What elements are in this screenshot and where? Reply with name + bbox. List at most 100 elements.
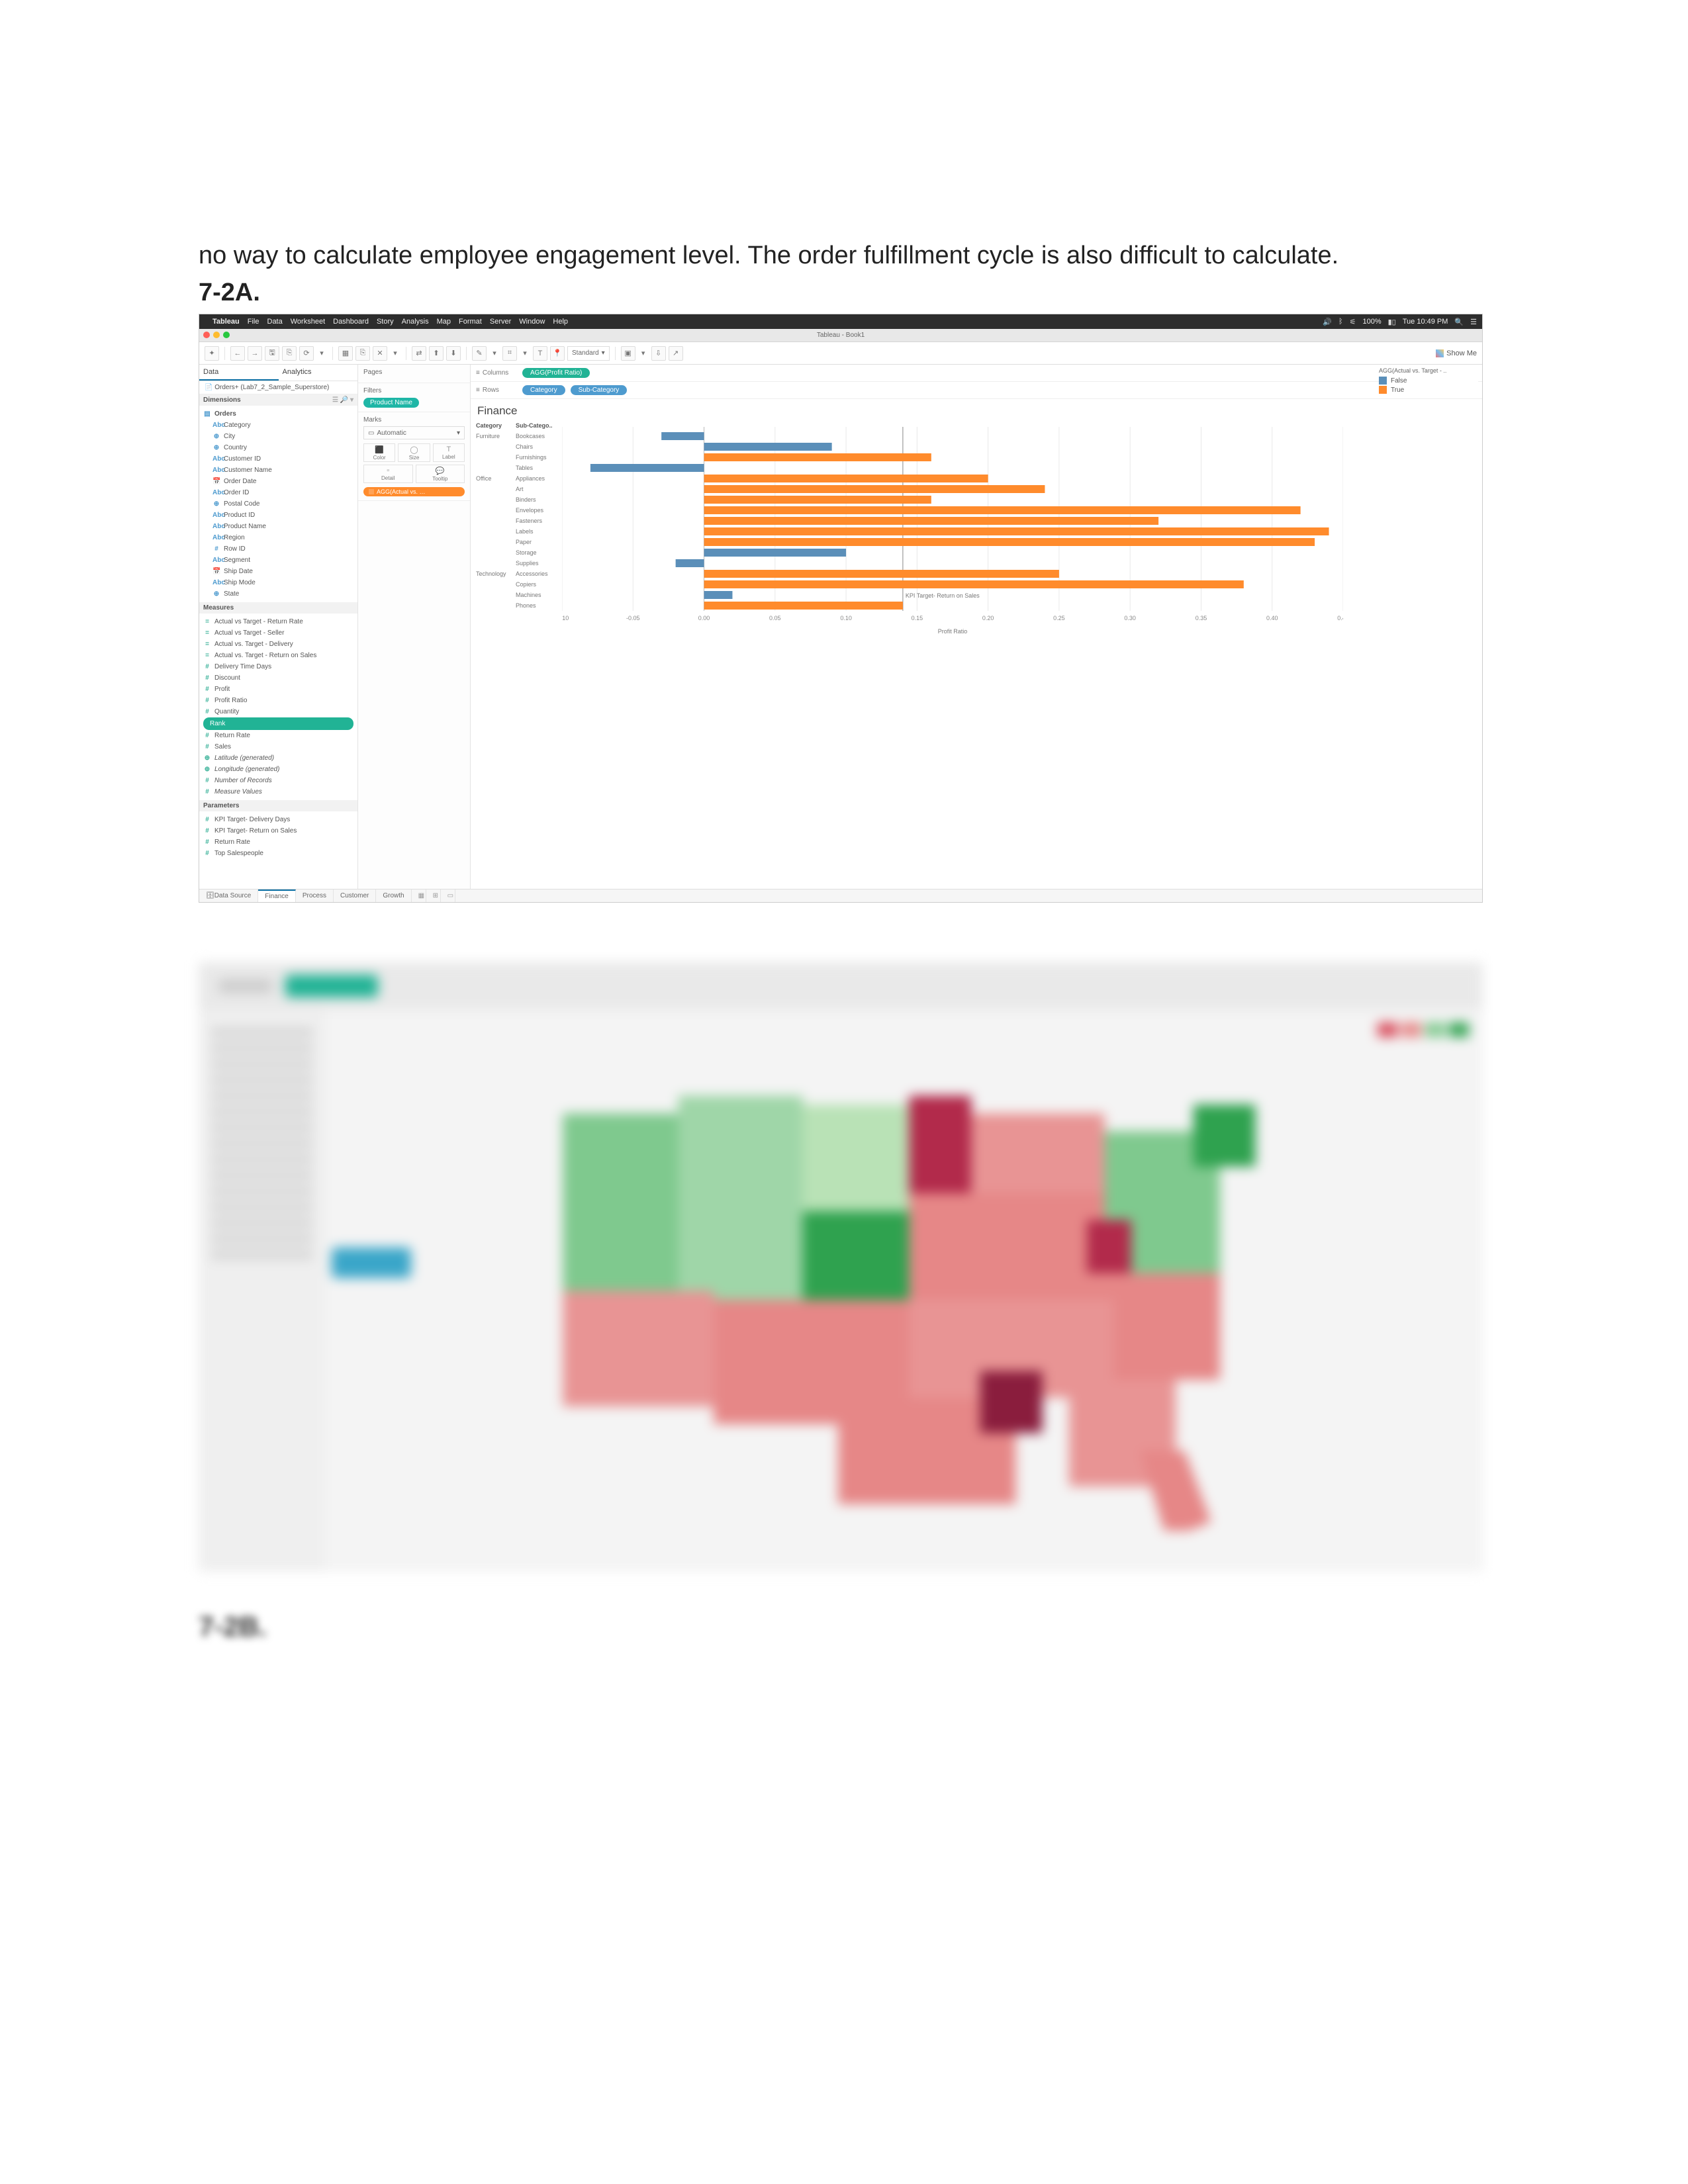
presentation-button[interactable]: ▣ xyxy=(621,346,635,361)
bar[interactable] xyxy=(704,453,931,461)
parameter-field[interactable]: #Return Rate xyxy=(203,837,353,848)
measure-field[interactable]: #Return Rate xyxy=(203,730,353,741)
dimension-field[interactable]: 📅Ship Date xyxy=(203,566,353,577)
sort-asc-button[interactable]: ⬆ xyxy=(429,346,444,361)
dimension-field[interactable]: AbcSegment xyxy=(203,555,353,566)
tab-data[interactable]: Data xyxy=(199,365,279,381)
bar[interactable] xyxy=(704,475,988,482)
bar[interactable] xyxy=(676,559,704,567)
dropdown-icon[interactable]: ▾ xyxy=(316,346,327,361)
menu-file[interactable]: File xyxy=(248,318,259,326)
tab-data-source[interactable]: 🗄 Data Source xyxy=(199,889,258,902)
measure-field[interactable]: ⊕Latitude (generated) xyxy=(203,752,353,764)
minimize-window-icon[interactable] xyxy=(213,332,220,338)
subcategory-label[interactable]: Furnishings xyxy=(516,452,562,463)
columns-pill-profit-ratio[interactable]: AGG(Profit Ratio) xyxy=(522,368,590,378)
category-label[interactable] xyxy=(476,494,516,505)
menu-window[interactable]: Window xyxy=(519,318,545,326)
measure-field[interactable]: #Delivery Time Days xyxy=(203,661,353,672)
category-label[interactable] xyxy=(476,526,516,537)
bar[interactable] xyxy=(704,538,1315,546)
parameter-field[interactable]: #KPI Target- Delivery Days xyxy=(203,814,353,825)
category-label[interactable] xyxy=(476,452,516,463)
bar-chart[interactable]: -0.10-0.050.000.050.100.150.200.250.300.… xyxy=(562,420,1343,627)
new-worksheet-button[interactable]: ▦ xyxy=(338,346,353,361)
menu-story[interactable]: Story xyxy=(377,318,394,326)
bar[interactable] xyxy=(704,496,931,504)
measure-field[interactable]: #Profit Ratio xyxy=(203,695,353,706)
sheet-tab-customer[interactable]: Customer xyxy=(334,889,376,902)
mark-detail-button[interactable]: ▫Detail xyxy=(363,465,413,483)
dimension-field[interactable]: AbcProduct ID xyxy=(203,510,353,521)
sheet-tab-finance[interactable]: Finance xyxy=(258,889,296,902)
dimension-field[interactable]: #Row ID xyxy=(203,543,353,555)
download-button[interactable]: ⇩ xyxy=(651,346,666,361)
subcategory-label[interactable]: Tables xyxy=(516,463,562,473)
mark-label-button[interactable]: TLabel xyxy=(433,443,465,462)
dropdown-icon[interactable]: ▾ xyxy=(489,346,500,361)
filter-pill-product-name[interactable]: Product Name xyxy=(363,398,419,408)
bar[interactable] xyxy=(704,602,903,610)
dimension-field[interactable]: AbcOrder ID xyxy=(203,487,353,498)
bluetooth-icon[interactable]: ᛒ xyxy=(1338,318,1343,326)
sort-desc-button[interactable]: ⬇ xyxy=(446,346,461,361)
category-label[interactable]: Office Supplies xyxy=(476,473,516,484)
dropdown-icon[interactable]: ▾ xyxy=(390,346,400,361)
dimension-field[interactable]: ⊕Country xyxy=(203,442,353,453)
new-dashboard-tab[interactable]: ⊞ xyxy=(426,889,441,902)
subcategory-label[interactable]: Supplies xyxy=(516,558,562,569)
subcategory-label[interactable]: Phones xyxy=(516,600,562,611)
highlight-button[interactable]: ✎ xyxy=(472,346,487,361)
category-label[interactable] xyxy=(476,590,516,600)
dimension-field[interactable]: ⊕City xyxy=(203,431,353,442)
group-button[interactable]: ⌗ xyxy=(502,346,517,361)
bar[interactable] xyxy=(704,527,1329,535)
pages-shelf[interactable]: Pages xyxy=(363,369,465,376)
category-label[interactable] xyxy=(476,441,516,452)
category-header[interactable]: Category xyxy=(476,420,516,431)
pin-button[interactable]: 📍 xyxy=(550,346,565,361)
menu-worksheet[interactable]: Worksheet xyxy=(291,318,325,326)
category-label[interactable] xyxy=(476,558,516,569)
dimension-field[interactable]: AbcCategory xyxy=(203,420,353,431)
bar[interactable] xyxy=(704,549,847,557)
category-label[interactable]: Technology xyxy=(476,569,516,579)
wifi-icon[interactable]: ⚟ xyxy=(1350,318,1356,326)
measure-field[interactable]: #Sales xyxy=(203,741,353,752)
menu-data[interactable]: Data xyxy=(267,318,283,326)
category-label[interactable] xyxy=(476,547,516,558)
dimension-field[interactable]: AbcShip Mode xyxy=(203,577,353,588)
marks-type-select[interactable]: ▭ Automatic ▾ xyxy=(363,426,465,439)
new-worksheet-tab[interactable]: ▦ xyxy=(412,889,426,902)
sheet-tab-growth[interactable]: Growth xyxy=(376,889,411,902)
bar[interactable] xyxy=(704,580,1244,588)
measure-field[interactable]: #Discount xyxy=(203,672,353,684)
mark-size-button[interactable]: ◯Size xyxy=(398,443,430,462)
duplicate-button[interactable]: ⎘ xyxy=(355,346,370,361)
volume-icon[interactable]: 🔊 xyxy=(1323,318,1332,326)
subcategory-label[interactable]: Labels xyxy=(516,526,562,537)
bar[interactable] xyxy=(704,570,1059,578)
measure-field[interactable]: Rank xyxy=(203,717,353,730)
subcategory-label[interactable]: Fasteners xyxy=(516,516,562,526)
parameter-field[interactable]: #Top Salespeople xyxy=(203,848,353,859)
bar[interactable] xyxy=(704,443,832,451)
subcategory-label[interactable]: Binders xyxy=(516,494,562,505)
close-window-icon[interactable] xyxy=(203,332,210,338)
subcategory-label[interactable]: Chairs xyxy=(516,441,562,452)
dimension-field[interactable]: AbcProduct Name xyxy=(203,521,353,532)
tableau-logo-icon[interactable]: ✦ xyxy=(205,346,219,361)
measure-field[interactable]: ⊕Longitude (generated) xyxy=(203,764,353,775)
measure-field[interactable]: =Actual vs. Target - Return on Sales xyxy=(203,650,353,661)
fit-select[interactable]: Standard▾ xyxy=(567,346,610,361)
columns-shelf[interactable]: ≡ Columns xyxy=(476,369,517,377)
dropdown-icon[interactable]: ▾ xyxy=(520,346,530,361)
category-label[interactable] xyxy=(476,600,516,611)
category-label[interactable] xyxy=(476,484,516,494)
category-label[interactable] xyxy=(476,516,516,526)
dropdown-icon[interactable]: ▾ xyxy=(638,346,649,361)
subcategory-label[interactable]: Bookcases xyxy=(516,431,562,441)
subcategory-label[interactable]: Accessories xyxy=(516,569,562,579)
mark-tooltip-button[interactable]: 💬Tooltip xyxy=(416,465,465,483)
mark-color-pill[interactable]: AGG(Actual vs. … xyxy=(363,487,465,496)
